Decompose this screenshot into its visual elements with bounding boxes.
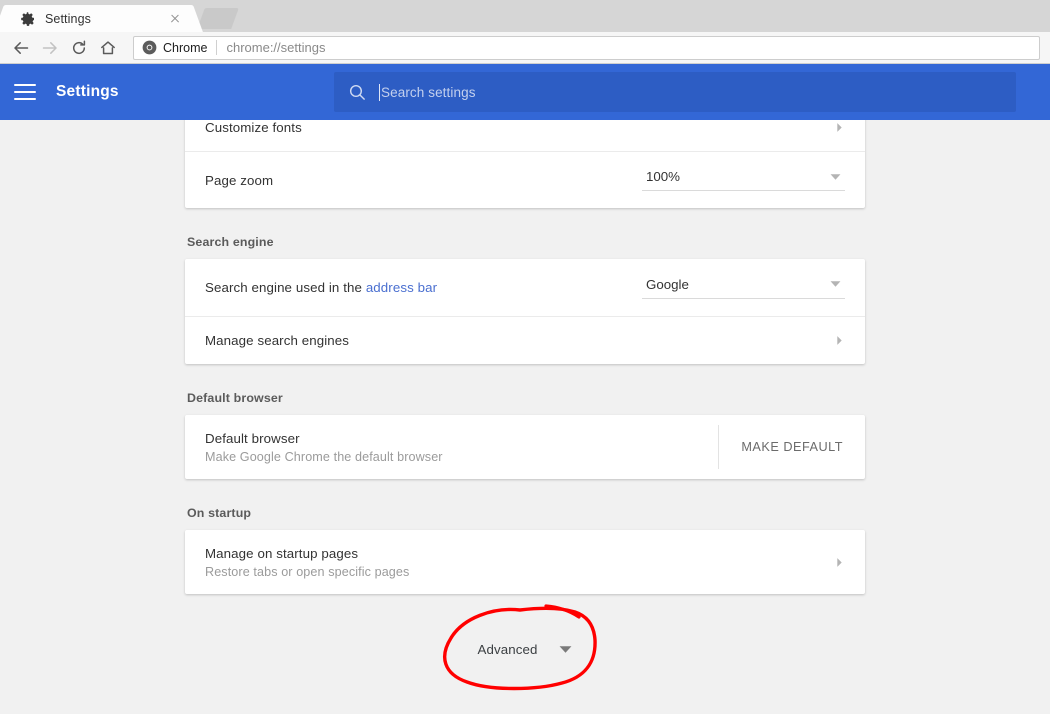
- on-startup-card: Manage on startup pages Restore tabs or …: [185, 530, 865, 594]
- make-default-wrap: MAKE DEFAULT: [718, 415, 865, 479]
- section-title-on-startup: On startup: [187, 506, 252, 520]
- row-default-browser: Default browser Make Google Chrome the d…: [185, 415, 865, 479]
- page-title: Settings: [56, 83, 119, 100]
- chevron-down-icon: [830, 173, 841, 180]
- row-main: Default browser Make Google Chrome the d…: [205, 431, 718, 464]
- reload-button[interactable]: [66, 35, 92, 61]
- section-title-search-engine: Search engine: [187, 235, 274, 249]
- reload-icon: [72, 40, 86, 54]
- home-icon: [101, 40, 115, 54]
- browser-window: Settings Chrome chrome://settings Settin…: [0, 0, 1050, 714]
- browser-tab-settings[interactable]: Settings: [6, 5, 191, 32]
- chevron-right-icon: [837, 336, 842, 345]
- chrome-logo-icon: [142, 40, 157, 55]
- row-page-zoom[interactable]: Page zoom 100%: [185, 151, 865, 208]
- chevron-right-icon: [837, 557, 842, 567]
- row-manage-startup-pages[interactable]: Manage on startup pages Restore tabs or …: [185, 530, 865, 594]
- appearance-card: Customize fonts Page zoom 100%: [185, 120, 865, 208]
- forward-arrow-icon: [42, 41, 57, 54]
- tab-strip: Settings: [0, 0, 1050, 32]
- row-label-prefix: Search engine used in the: [205, 280, 366, 295]
- row-label: Manage on startup pages: [205, 545, 359, 561]
- default-browser-card: Default browser Make Google Chrome the d…: [185, 415, 865, 479]
- text-cursor: [379, 83, 380, 101]
- back-arrow-icon: [14, 41, 29, 54]
- row-sublabel: Restore tabs or open specific pages: [205, 564, 410, 579]
- search-settings-field[interactable]: Search settings: [334, 72, 1016, 112]
- hamburger-bar: [14, 98, 36, 100]
- search-input[interactable]: Search settings: [381, 85, 476, 100]
- advanced-section: Advanced: [185, 594, 865, 704]
- select-value: Google: [646, 276, 689, 292]
- browser-toolbar: Chrome chrome://settings: [0, 32, 1050, 64]
- settings-content: Customize fonts Page zoom 100% Search en…: [0, 120, 1050, 714]
- search-engine-card: Search engine used in the address bar Go…: [185, 259, 865, 364]
- row-label: Default browser: [205, 430, 300, 446]
- row-label: Search engine used in the address bar: [205, 280, 642, 295]
- forward-button: [37, 35, 63, 61]
- row-label: Customize fonts: [205, 120, 302, 135]
- hamburger-bar: [14, 84, 36, 86]
- row-main: Manage search engines: [205, 333, 824, 348]
- address-bar-link[interactable]: address bar: [366, 280, 437, 295]
- omnibox-url[interactable]: chrome://settings: [226, 40, 325, 55]
- hamburger-menu-icon[interactable]: [14, 84, 36, 100]
- omnibox-chip-label: Chrome: [163, 40, 208, 55]
- row-main: Search engine used in the address bar: [205, 280, 642, 295]
- chevron-down-icon: [560, 645, 572, 653]
- row-label: Manage search engines: [205, 333, 350, 348]
- select-value: 100%: [646, 169, 681, 184]
- page-zoom-select[interactable]: 100%: [642, 169, 845, 191]
- gear-icon: [21, 11, 34, 26]
- home-button[interactable]: [95, 35, 121, 61]
- advanced-expand-button[interactable]: Advanced: [474, 635, 577, 664]
- row-label: Page zoom: [205, 172, 274, 188]
- make-default-button[interactable]: MAKE DEFAULT: [719, 440, 865, 454]
- section-title-default-browser: Default browser: [187, 391, 283, 405]
- settings-container: Customize fonts Page zoom 100% Search en…: [185, 120, 865, 704]
- row-main: Customize fonts: [205, 120, 824, 135]
- chevron-right-icon: [837, 122, 842, 132]
- omnibox[interactable]: Chrome chrome://settings: [133, 35, 1040, 60]
- row-main: Page zoom: [205, 173, 642, 188]
- chevron-down-icon: [830, 281, 841, 287]
- close-icon[interactable]: [167, 11, 183, 27]
- tab-title: Settings: [45, 11, 91, 26]
- settings-header: Settings Search settings: [0, 64, 1050, 120]
- search-engine-select[interactable]: Google: [642, 277, 845, 299]
- search-icon: [349, 84, 365, 100]
- new-tab-shape: [197, 8, 239, 29]
- row-search-engine-address-bar[interactable]: Search engine used in the address bar Go…: [185, 259, 865, 316]
- back-button[interactable]: [8, 35, 34, 61]
- row-sublabel: Make Google Chrome the default browser: [205, 449, 443, 464]
- hamburger-bar: [14, 91, 36, 93]
- advanced-label: Advanced: [477, 641, 538, 657]
- omnibox-site-chip: Chrome: [142, 40, 207, 55]
- row-main: Manage on startup pages Restore tabs or …: [205, 546, 824, 579]
- new-tab-button[interactable]: [197, 8, 241, 30]
- row-manage-search-engines[interactable]: Manage search engines: [185, 316, 865, 364]
- omnibox-divider: [216, 40, 218, 55]
- row-customize-fonts[interactable]: Customize fonts: [185, 120, 865, 151]
